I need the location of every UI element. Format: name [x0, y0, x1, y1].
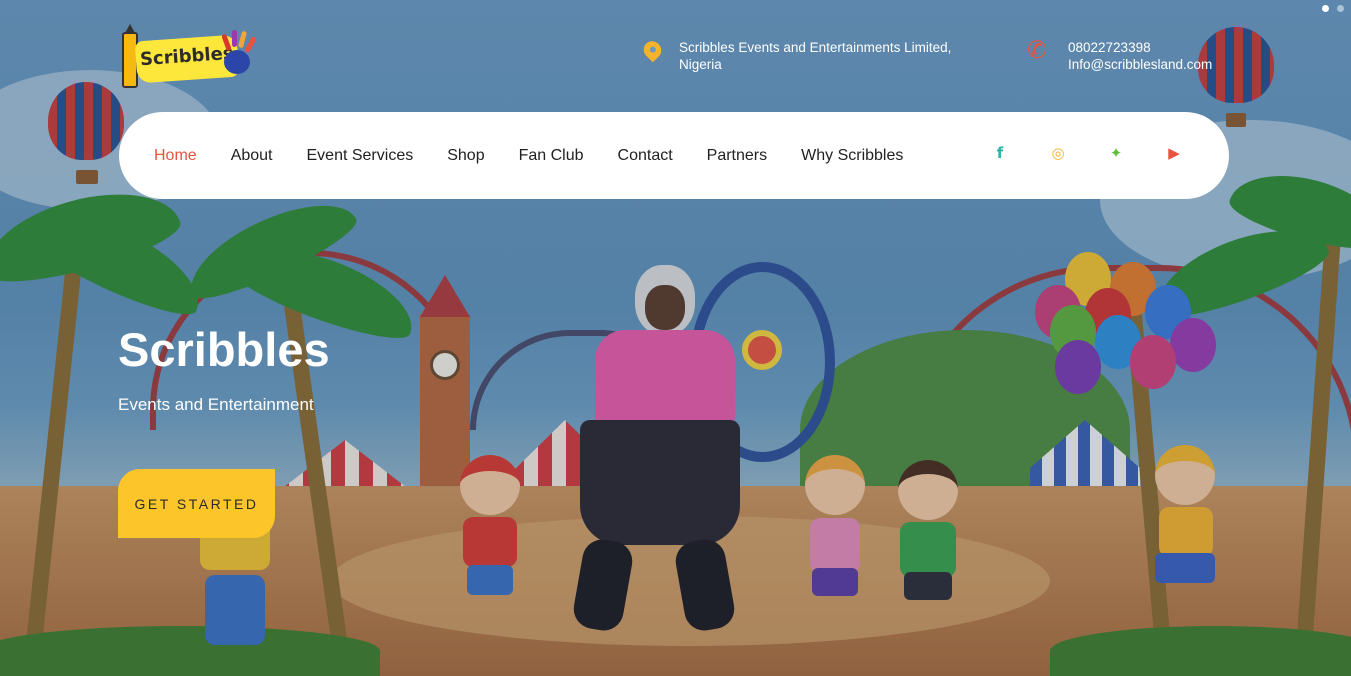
nav-item-contact[interactable]: Contact: [618, 147, 673, 165]
nav-item-partners[interactable]: Partners: [707, 147, 767, 165]
slider-dot[interactable]: [1322, 5, 1329, 12]
nav-item-home[interactable]: Home: [154, 147, 197, 165]
site-logo[interactable]: Scribbles: [120, 24, 265, 90]
hand-icon: [224, 50, 250, 74]
phone-number[interactable]: 08022723398: [1068, 39, 1212, 56]
address-text: Scribbles Events and Entertainments Limi…: [679, 40, 952, 72]
main-nav: Home About Event Services Shop Fan Club …: [119, 112, 1229, 199]
get-started-button[interactable]: GET STARTED: [118, 469, 275, 538]
nav-item-about[interactable]: About: [231, 147, 273, 165]
address-block: Scribbles Events and Entertainments Limi…: [640, 37, 981, 73]
email-link[interactable]: Info@scribblesland.com: [1068, 56, 1212, 73]
nav-links: Home About Event Services Shop Fan Club …: [119, 147, 937, 165]
slider-dot[interactable]: [1337, 5, 1344, 12]
hero-subtitle: Events and Entertainment: [118, 395, 314, 414]
nav-item-event-services[interactable]: Event Services: [307, 147, 414, 165]
nav-item-fan-club[interactable]: Fan Club: [519, 147, 584, 165]
facebook-icon[interactable]: f: [985, 144, 1015, 166]
slider-dots: [1314, 5, 1344, 12]
hero-title: Scribbles: [118, 323, 330, 376]
nav-item-shop[interactable]: Shop: [447, 147, 484, 165]
contact-block: ✆ 08022723398 Info@scribblesland.com: [1027, 39, 1212, 73]
twitter-icon[interactable]: ✦: [1101, 144, 1131, 166]
instagram-icon[interactable]: ◎: [1043, 144, 1073, 166]
youtube-icon[interactable]: ▶: [1159, 144, 1189, 166]
location-pin-icon: [640, 37, 665, 63]
nav-item-why-scribbles[interactable]: Why Scribbles: [801, 147, 903, 165]
phone-icon: ✆: [1027, 37, 1048, 64]
social-links: f ◎ ✦ ▶: [957, 144, 1189, 166]
